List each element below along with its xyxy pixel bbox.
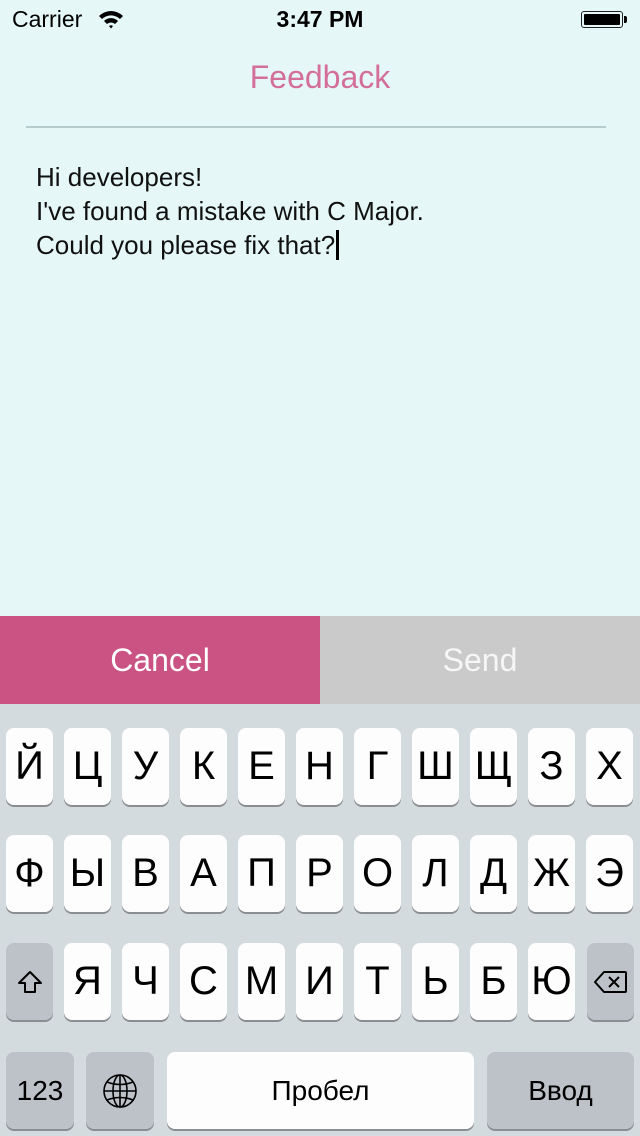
shift-icon — [17, 970, 43, 994]
space-key[interactable]: Пробел — [167, 1052, 474, 1129]
key-letter[interactable]: Я — [64, 943, 111, 1020]
key-letter[interactable]: Й — [6, 728, 53, 805]
action-bar: Cancel Send — [0, 616, 640, 704]
message-line-3: Could you please fix that? — [36, 230, 336, 260]
shift-key[interactable] — [6, 943, 53, 1020]
key-letter[interactable]: В — [122, 835, 169, 912]
key-letter[interactable]: Э — [586, 835, 633, 912]
message-line-1: Hi developers! — [36, 162, 203, 192]
key-letter[interactable]: Ч — [122, 943, 169, 1020]
key-letter[interactable]: Ж — [528, 835, 575, 912]
key-letter[interactable]: С — [180, 943, 227, 1020]
battery-icon — [581, 11, 623, 28]
key-letter[interactable]: Щ — [470, 728, 517, 805]
key-letter[interactable]: Ш — [412, 728, 459, 805]
key-letter[interactable]: Г — [354, 728, 401, 805]
key-letter[interactable]: У — [122, 728, 169, 805]
backspace-key[interactable] — [587, 943, 634, 1020]
key-letter[interactable]: Х — [586, 728, 633, 805]
page-title: Feedback — [249, 59, 391, 95]
key-letter[interactable]: И — [296, 943, 343, 1020]
key-letter[interactable]: А — [180, 835, 227, 912]
status-bar: Carrier 3:47 PM — [0, 0, 640, 40]
key-letter[interactable]: Ы — [64, 835, 111, 912]
key-letter[interactable]: Р — [296, 835, 343, 912]
globe-icon — [102, 1073, 138, 1109]
send-button[interactable]: Send — [320, 616, 640, 704]
return-key[interactable]: Ввод — [487, 1052, 634, 1129]
key-letter[interactable]: Д — [470, 835, 517, 912]
key-letter[interactable]: Т — [354, 943, 401, 1020]
key-letter[interactable]: Е — [238, 728, 285, 805]
text-cursor — [336, 230, 340, 260]
keyboard: ЙЦУКЕНГШЩЗХ ФЫВАПРОЛДЖЭ ЯЧСМИТЬБЮ 123 Проб… — [0, 704, 640, 1136]
key-letter[interactable]: Б — [470, 943, 517, 1020]
message-line-2: I've found a mistake with C Major. — [36, 196, 424, 226]
key-letter[interactable]: К — [180, 728, 227, 805]
title-divider — [26, 126, 606, 128]
key-letter[interactable]: Л — [412, 835, 459, 912]
key-letter[interactable]: О — [354, 835, 401, 912]
key-letter[interactable]: М — [238, 943, 285, 1020]
clock: 3:47 PM — [276, 6, 364, 32]
key-letter[interactable]: Ц — [64, 728, 111, 805]
backspace-icon — [593, 970, 628, 994]
key-letter[interactable]: Ю — [528, 943, 575, 1020]
key-letter[interactable]: Н — [296, 728, 343, 805]
globe-key[interactable] — [86, 1052, 154, 1129]
key-letter[interactable]: Ф — [6, 835, 53, 912]
key-letter[interactable]: Ь — [412, 943, 459, 1020]
numbers-key[interactable]: 123 — [6, 1052, 74, 1129]
battery-tip — [624, 16, 627, 23]
key-letter[interactable]: З — [528, 728, 575, 805]
key-letter[interactable]: П — [238, 835, 285, 912]
feedback-text-area[interactable]: Hi developers! I've found a mistake with… — [36, 160, 606, 262]
cancel-button[interactable]: Cancel — [0, 616, 320, 704]
